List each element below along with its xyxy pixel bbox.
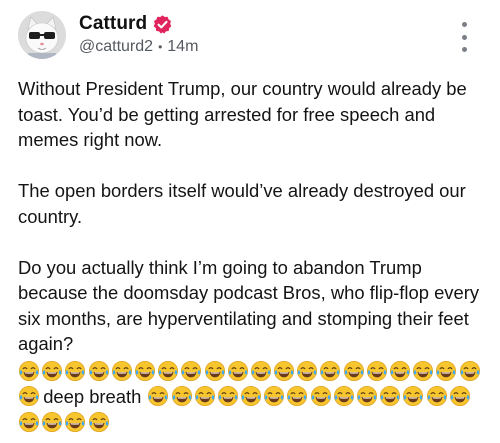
emoji-line: deep breath	[18, 384, 488, 410]
face-with-tears-of-joy-icon	[435, 360, 457, 382]
face-with-tears-of-joy-icon	[402, 385, 424, 407]
meta-separator: •	[158, 40, 163, 54]
author-name-row: Catturd	[79, 12, 173, 36]
face-with-tears-of-joy-icon	[64, 411, 86, 433]
face-with-tears-of-joy-icon	[366, 360, 388, 382]
face-with-tears-of-joy-icon	[171, 385, 193, 407]
face-with-tears-of-joy-icon	[147, 385, 169, 407]
face-with-tears-of-joy-icon	[343, 360, 365, 382]
emoji-block: deep breath	[18, 358, 488, 435]
face-with-tears-of-joy-icon	[111, 360, 133, 382]
post-paragraph: The open borders itself would’ve already…	[18, 180, 466, 227]
face-with-tears-of-joy-icon	[157, 360, 179, 382]
face-with-tears-of-joy-icon	[412, 360, 434, 382]
avatar[interactable]	[18, 11, 66, 59]
face-with-tears-of-joy-icon	[379, 385, 401, 407]
face-with-tears-of-joy-icon	[88, 360, 110, 382]
face-with-tears-of-joy-icon	[88, 411, 110, 433]
face-with-tears-of-joy-icon	[296, 360, 318, 382]
face-with-tears-of-joy-icon	[310, 385, 332, 407]
face-with-tears-of-joy-icon	[459, 360, 481, 382]
face-with-tears-of-joy-icon	[449, 385, 471, 407]
post-paragraph: Without President Trump, our country wou…	[18, 78, 467, 150]
emoji-line	[18, 358, 488, 384]
face-with-tears-of-joy-icon	[41, 360, 63, 382]
face-with-tears-of-joy-icon	[389, 360, 411, 382]
post-timestamp[interactable]: 14m	[167, 38, 198, 56]
emoji-line-text: deep breath	[43, 385, 142, 407]
author-handle[interactable]: @catturd2	[79, 38, 153, 56]
face-with-tears-of-joy-icon	[273, 360, 295, 382]
face-with-tears-of-joy-icon	[194, 385, 216, 407]
face-with-tears-of-joy-icon	[18, 385, 40, 407]
post-paragraph: Do you actually think I’m going to aband…	[18, 256, 480, 355]
face-with-tears-of-joy-icon	[64, 360, 86, 382]
face-with-tears-of-joy-icon	[134, 360, 156, 382]
more-options-button[interactable]	[457, 22, 471, 52]
more-vertical-icon	[461, 22, 467, 27]
face-with-tears-of-joy-icon	[286, 385, 308, 407]
face-with-tears-of-joy-icon	[227, 360, 249, 382]
face-with-tears-of-joy-icon	[204, 360, 226, 382]
face-with-tears-of-joy-icon	[41, 411, 63, 433]
face-with-tears-of-joy-icon	[18, 360, 40, 382]
verified-badge-icon	[152, 14, 173, 35]
author-display-name[interactable]: Catturd	[79, 13, 147, 35]
face-with-tears-of-joy-icon	[356, 385, 378, 407]
face-with-tears-of-joy-icon	[250, 360, 272, 382]
face-with-tears-of-joy-icon	[319, 360, 341, 382]
face-with-tears-of-joy-icon	[240, 385, 262, 407]
post-text: Without President Trump, our country wou…	[18, 76, 488, 382]
author-meta: @catturd2 • 14m	[79, 38, 198, 56]
face-with-tears-of-joy-icon	[263, 385, 285, 407]
face-with-tears-of-joy-icon	[18, 411, 40, 433]
post-card: Catturd @catturd2 • 14m Without Presiden…	[0, 0, 500, 443]
face-with-tears-of-joy-icon	[180, 360, 202, 382]
emoji-line	[18, 409, 488, 435]
face-with-tears-of-joy-icon	[333, 385, 355, 407]
face-with-tears-of-joy-icon	[426, 385, 448, 407]
face-with-tears-of-joy-icon	[217, 385, 239, 407]
